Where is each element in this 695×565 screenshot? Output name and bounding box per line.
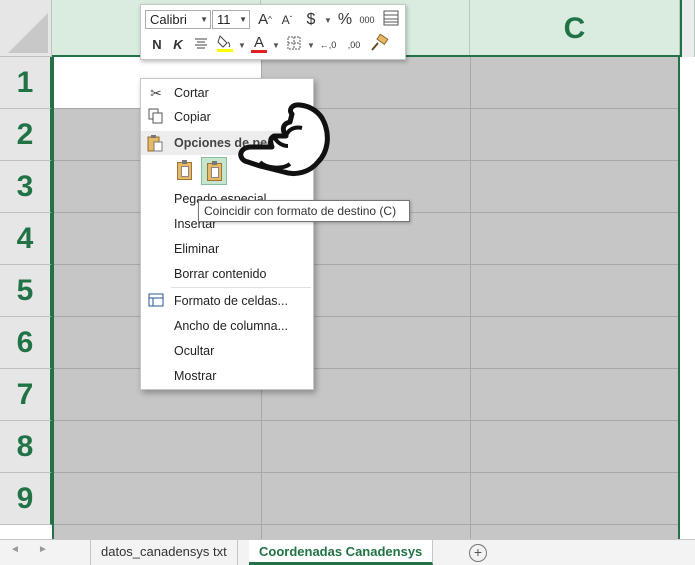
row-gridline: [54, 524, 678, 525]
menu-item-delete[interactable]: Eliminar: [141, 237, 313, 261]
menu-item-show[interactable]: Mostrar: [141, 364, 313, 388]
grow-font-button[interactable]: A^: [255, 10, 275, 30]
menu-item-format-cells-label: Formato de celdas...: [174, 294, 288, 308]
decrease-decimal-button[interactable]: ,00: [343, 35, 365, 55]
center-align-icon[interactable]: [191, 35, 211, 55]
add-sheet-button[interactable]: +: [469, 544, 487, 562]
menu-item-hide-label: Ocultar: [174, 344, 215, 358]
font-color-label: A: [253, 34, 264, 51]
mini-toolbar: Calibri ▼ 11 ▼ A^ Aˇ $ ▼ % 000 N K ▼ A ▼ ▼…: [140, 4, 406, 60]
scissors-icon: ✂: [150, 85, 162, 101]
italic-button[interactable]: K: [168, 35, 188, 55]
increase-decimal-button[interactable]: ←,0: [317, 35, 339, 55]
menu-separator: [171, 287, 311, 288]
row-header-9[interactable]: 9: [0, 473, 52, 525]
select-all-corner[interactable]: [0, 0, 52, 57]
font-color-swatch: [251, 50, 267, 53]
font-color-button[interactable]: A: [249, 33, 269, 53]
menu-item-clear-label: Borrar contenido: [174, 267, 267, 281]
bold-button[interactable]: N: [147, 35, 167, 55]
row-header-8[interactable]: 8: [0, 421, 52, 473]
paste-match-destination-format-button[interactable]: [201, 157, 227, 185]
chevron-down-icon[interactable]: ▼: [200, 11, 208, 28]
menu-item-hide[interactable]: Ocultar: [141, 339, 313, 363]
menu-item-cut-label: Cortar: [174, 86, 209, 100]
sheet-tab-datos[interactable]: datos_canadensys txt: [90, 540, 238, 565]
font-size-box[interactable]: 11 ▼: [212, 10, 250, 29]
clipboard-paper: [211, 167, 219, 178]
chevron-down-icon[interactable]: ▼: [324, 16, 332, 25]
scroll-right-icon[interactable]: ►: [38, 544, 48, 555]
clipboard-icon: [147, 134, 163, 160]
row-header-7[interactable]: 7: [0, 369, 52, 421]
menu-item-format-cells[interactable]: Formato de celdas...: [141, 289, 313, 313]
shrink-font-button[interactable]: Aˇ: [277, 10, 297, 30]
chevron-down-icon[interactable]: ▼: [239, 11, 247, 28]
fill-color-icon[interactable]: [215, 33, 235, 53]
clipboard-clip: [182, 160, 187, 164]
row-header-4[interactable]: 4: [0, 213, 52, 265]
comma-style-button[interactable]: 000: [357, 10, 377, 30]
clipboard-brush-icon: [177, 160, 192, 180]
row-header-6[interactable]: 6: [0, 317, 52, 369]
row-gridline: [54, 472, 678, 473]
column-header-d[interactable]: [680, 0, 695, 57]
menu-item-column-width[interactable]: Ancho de columna...: [141, 314, 313, 338]
pointing-hand-icon: [238, 102, 330, 177]
up-caret-icon: ^: [268, 15, 272, 24]
row-gridline: [54, 420, 678, 421]
currency-button[interactable]: $: [301, 10, 321, 30]
format-table-icon[interactable]: [381, 10, 401, 30]
chevron-down-icon[interactable]: ▼: [272, 41, 280, 50]
row-header-3[interactable]: 3: [0, 161, 52, 213]
row-header-2[interactable]: 2: [0, 109, 52, 161]
menu-item-column-width-label: Ancho de columna...: [174, 319, 288, 333]
font-name-value: Calibri: [150, 12, 187, 27]
sheet-tab-bar: ◄ ► datos_canadensys txt Coordenadas Can…: [0, 539, 695, 565]
format-cells-icon: [147, 292, 165, 310]
menu-item-clear-contents[interactable]: Borrar contenido: [141, 262, 313, 286]
copy-icon: [147, 108, 165, 126]
menu-item-delete-label: Eliminar: [174, 242, 220, 256]
row-header-1[interactable]: 1: [0, 57, 52, 109]
format-painter-icon[interactable]: [369, 33, 389, 54]
column-header-c[interactable]: C: [470, 0, 680, 57]
clipboard-icon: [207, 161, 222, 181]
paste-keep-source-formatting-button[interactable]: [172, 157, 198, 185]
clipboard-paper: [181, 166, 189, 177]
paste-option-tooltip: Coincidir con formato de destino (C): [198, 200, 410, 222]
font-size-value: 11: [217, 12, 231, 27]
sheet-tab-coordenadas[interactable]: Coordenadas Canadensys: [249, 540, 434, 565]
chevron-down-icon[interactable]: ▼: [307, 41, 315, 50]
row-header-5[interactable]: 5: [0, 265, 52, 317]
menu-item-copy-label: Copiar: [174, 110, 211, 124]
menu-item-show-label: Mostrar: [174, 369, 217, 383]
scroll-left-icon[interactable]: ◄: [10, 544, 20, 555]
shrink-font-label: A: [281, 13, 290, 27]
chevron-down-icon[interactable]: ▼: [238, 41, 246, 50]
down-caret-icon: ˇ: [289, 15, 293, 24]
font-name-box[interactable]: Calibri ▼: [145, 10, 211, 29]
grow-font-label: A: [258, 11, 269, 28]
column-gridline: [470, 57, 471, 539]
borders-icon[interactable]: [284, 35, 304, 55]
spreadsheet-grid: C 1 2 3 4 5 6 7 8 9: [0, 0, 695, 539]
clipboard-clip: [212, 161, 217, 165]
select-all-triangle[interactable]: [8, 13, 48, 53]
percent-button[interactable]: %: [335, 10, 355, 30]
